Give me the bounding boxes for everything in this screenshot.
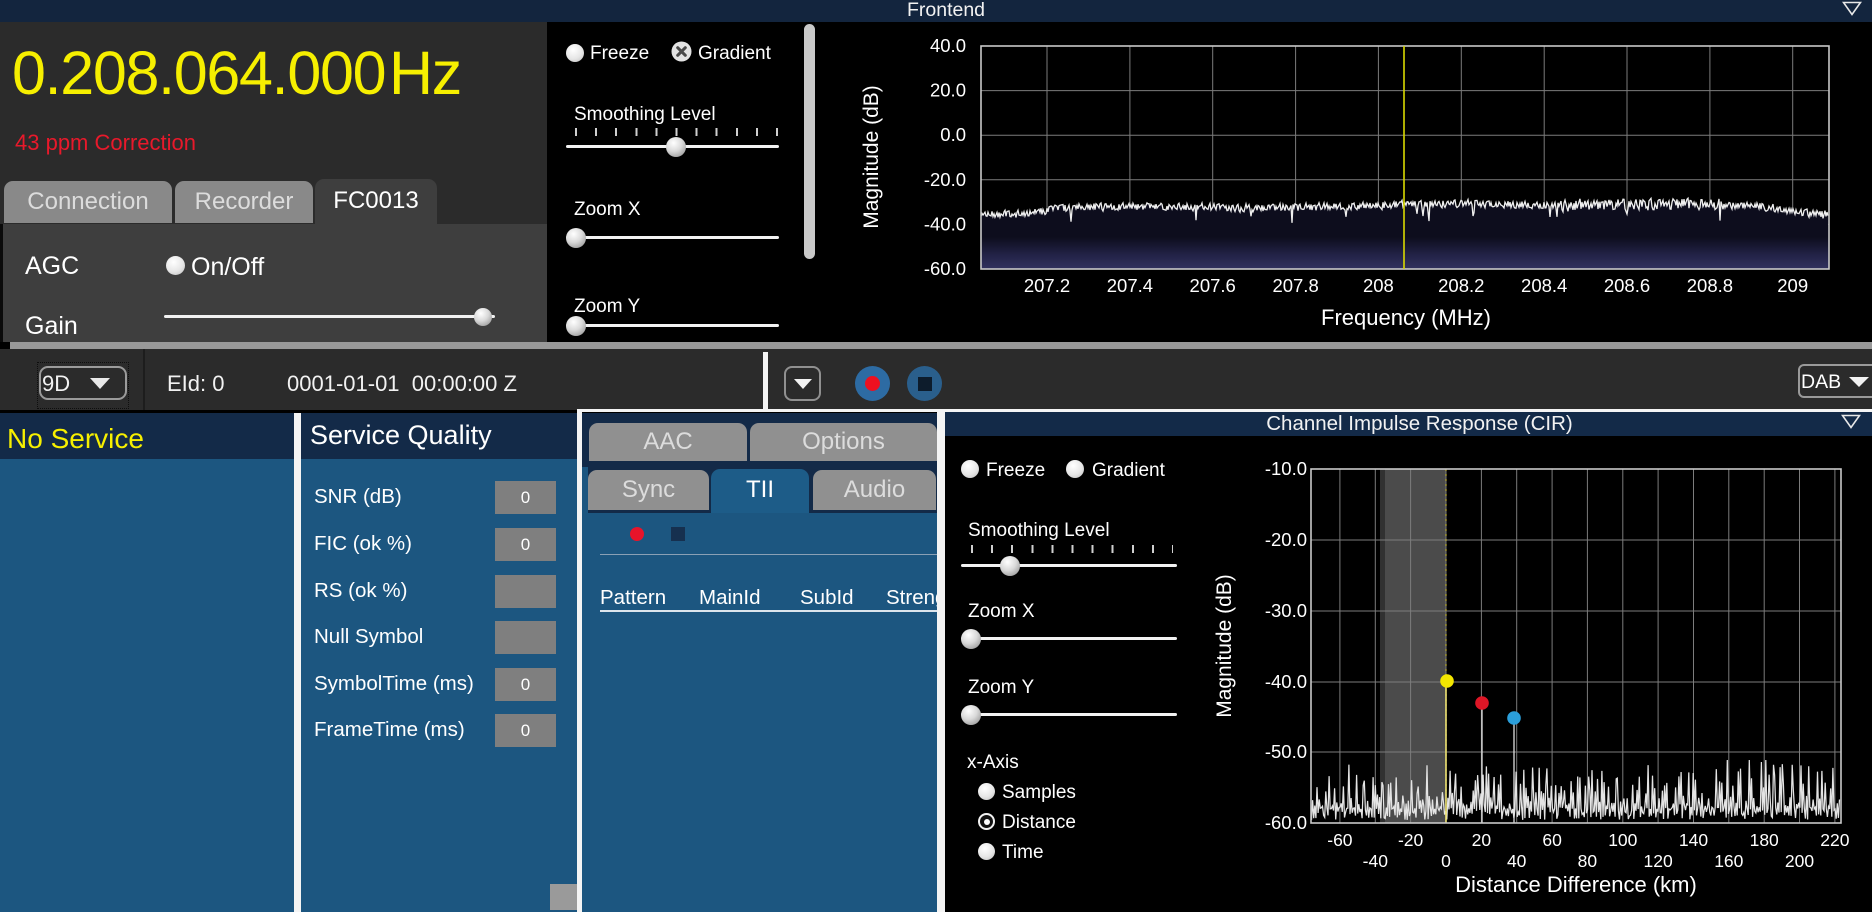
svg-text:-60.0: -60.0 <box>924 258 966 279</box>
svg-text:207.4: 207.4 <box>1107 275 1153 296</box>
svg-text:Distance Difference (km): Distance Difference (km) <box>1455 872 1697 897</box>
svg-text:-60: -60 <box>1327 830 1353 850</box>
svg-text:-50.0: -50.0 <box>1265 741 1307 762</box>
svg-text:100: 100 <box>1608 830 1637 850</box>
svg-text:40.0: 40.0 <box>930 35 966 56</box>
svg-text:-30.0: -30.0 <box>1265 600 1307 621</box>
svg-text:Frequency (MHz): Frequency (MHz) <box>1321 305 1491 330</box>
svg-text:60: 60 <box>1542 830 1562 850</box>
svg-text:-10.0: -10.0 <box>1265 458 1307 479</box>
svg-text:-40.0: -40.0 <box>1265 671 1307 692</box>
svg-text:0: 0 <box>1441 851 1451 871</box>
svg-text:140: 140 <box>1679 830 1708 850</box>
svg-text:207.2: 207.2 <box>1024 275 1070 296</box>
svg-text:-20.0: -20.0 <box>1265 529 1307 550</box>
svg-text:Magnitude (dB): Magnitude (dB) <box>860 85 883 229</box>
svg-text:0.0: 0.0 <box>940 124 966 145</box>
svg-text:208: 208 <box>1363 275 1394 296</box>
svg-text:208.6: 208.6 <box>1604 275 1650 296</box>
svg-text:20.0: 20.0 <box>930 80 966 101</box>
svg-text:160: 160 <box>1714 851 1743 871</box>
svg-text:207.6: 207.6 <box>1190 275 1236 296</box>
svg-text:207.8: 207.8 <box>1272 275 1318 296</box>
svg-text:209: 209 <box>1777 275 1808 296</box>
svg-text:40: 40 <box>1507 851 1527 871</box>
svg-text:Magnitude (dB): Magnitude (dB) <box>1213 574 1236 718</box>
svg-text:120: 120 <box>1643 851 1672 871</box>
svg-text:80: 80 <box>1578 851 1598 871</box>
svg-text:220: 220 <box>1820 830 1849 850</box>
svg-text:200: 200 <box>1785 851 1814 871</box>
svg-text:-20: -20 <box>1398 830 1424 850</box>
svg-text:-40: -40 <box>1363 851 1389 871</box>
svg-text:180: 180 <box>1750 830 1779 850</box>
svg-text:20: 20 <box>1472 830 1492 850</box>
svg-text:-20.0: -20.0 <box>924 169 966 190</box>
svg-text:208.4: 208.4 <box>1521 275 1567 296</box>
svg-text:208.8: 208.8 <box>1687 275 1733 296</box>
svg-text:208.2: 208.2 <box>1438 275 1484 296</box>
svg-text:-60.0: -60.0 <box>1265 812 1307 833</box>
svg-text:-40.0: -40.0 <box>924 213 966 234</box>
